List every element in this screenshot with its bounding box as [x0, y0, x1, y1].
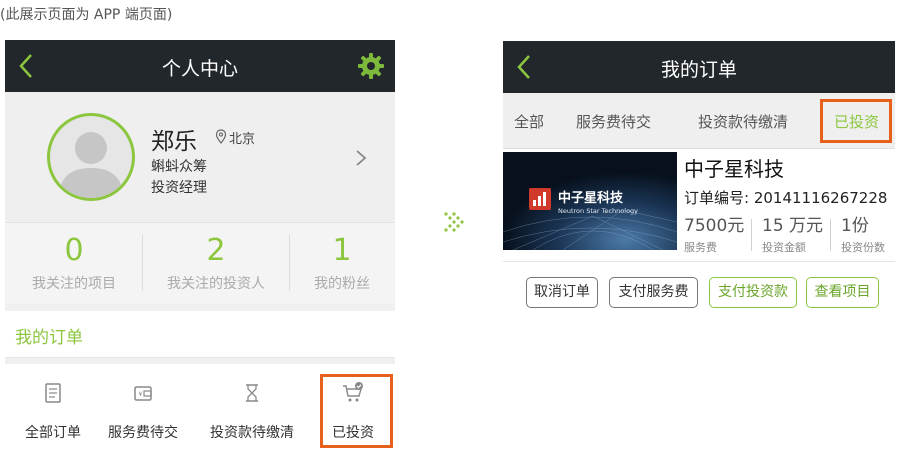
- stat-followed-investors[interactable]: 2 我关注的投资人: [143, 223, 289, 305]
- order-tab-service-fee[interactable]: ¥ 服务费待交: [95, 364, 191, 454]
- stat-label: 我的粉丝: [314, 276, 370, 292]
- order-tab-label: 投资款待缴清: [210, 425, 294, 441]
- top-bar: 我的订单: [503, 41, 895, 93]
- tab-pending-payment[interactable]: 投资款待缴清: [698, 111, 788, 132]
- order-number: 订单编号: 20141116267228: [684, 189, 888, 207]
- neutron-star-logo-image: 中子星科技 Neutron Star Technology: [503, 152, 677, 250]
- tab-all[interactable]: 全部: [514, 111, 544, 132]
- wallet-icon: ¥: [134, 386, 152, 401]
- order-filter-tabs: 全部 服务费待交 投资款待缴清 已投资: [503, 93, 895, 149]
- stat-followed-projects[interactable]: 0 我关注的项目: [5, 223, 143, 305]
- stat-count: 0: [64, 233, 84, 268]
- company-name: 中子星科技: [684, 157, 784, 181]
- svg-text:¥: ¥: [139, 391, 143, 398]
- stat-label: 我关注的项目: [32, 276, 116, 292]
- orders-screen: 我的订单 全部 服务费待交 投资款待缴清 已投资 中子星科技 Neutron S…: [503, 41, 895, 318]
- top-bar: 个人中心: [5, 40, 395, 92]
- double-chevron-right-icon: [444, 212, 464, 232]
- location-pin-icon: [215, 129, 227, 144]
- meta-investment-amount: 15 万元 投资金额: [762, 211, 824, 254]
- page-title: 我的订单: [660, 59, 737, 81]
- divider: [503, 261, 895, 262]
- page-title: 个人中心: [161, 58, 238, 80]
- chevron-right-icon: [356, 150, 367, 166]
- stat-count: 2: [206, 233, 226, 268]
- stat-label: 我关注的投资人: [167, 276, 265, 292]
- order-tab-all[interactable]: 全部订单: [5, 364, 101, 454]
- meta-service-fee: 7500元 服务费: [684, 211, 745, 254]
- stat-count: 1: [332, 233, 352, 268]
- project-banner[interactable]: 中子星科技 Neutron Star Technology: [503, 152, 677, 250]
- user-name: 郑乐: [151, 129, 197, 155]
- order-tab-pending-payment[interactable]: 投资款待缴清: [197, 364, 307, 454]
- banner-en-text: Neutron Star Technology: [558, 207, 638, 215]
- profile-screen: 个人中心 郑乐 北京 蝌蚪众筹 投资经理 0 我关注的项目 2 我关注的投资人 …: [5, 40, 395, 460]
- person-silhouette-icon: [58, 132, 124, 198]
- document-icon: [45, 383, 61, 403]
- gear-icon[interactable]: [357, 52, 385, 80]
- tab-service-fee[interactable]: 服务费待交: [576, 111, 651, 132]
- meta-label: 服务费: [684, 241, 717, 254]
- meta-shares: 1份 投资份数: [841, 211, 885, 254]
- meta-label: 投资金额: [762, 241, 806, 254]
- stats-bar: 0 我关注的项目 2 我关注的投资人 1 我的粉丝: [5, 222, 395, 304]
- orders-section-header[interactable]: 我的订单: [5, 311, 395, 358]
- banner-cn-text: 中子星科技: [558, 190, 624, 206]
- divider: [751, 219, 752, 251]
- page-note: (此展示页面为 APP 端页面): [0, 7, 173, 23]
- meta-label: 投资份数: [841, 241, 885, 254]
- pay-service-fee-button[interactable]: 支付服务费: [609, 277, 698, 308]
- profile-card[interactable]: 郑乐 北京 蝌蚪众筹 投资经理: [5, 92, 395, 222]
- user-location: 北京: [229, 132, 256, 147]
- orders-title: 我的订单: [15, 328, 83, 348]
- cancel-order-button[interactable]: 取消订单: [526, 277, 598, 308]
- user-org: 蝌蚪众筹: [151, 159, 207, 175]
- divider: [830, 219, 831, 251]
- stat-fans[interactable]: 1 我的粉丝: [289, 223, 395, 305]
- avatar[interactable]: [47, 113, 135, 201]
- meta-value: 1份: [841, 216, 869, 236]
- order-tab-label: 全部订单: [25, 425, 81, 441]
- highlight-box: [820, 99, 892, 143]
- user-role: 投资经理: [151, 180, 207, 196]
- highlight-box: [320, 374, 393, 448]
- meta-value: 7500元: [684, 216, 745, 236]
- order-tab-label: 服务费待交: [108, 425, 178, 441]
- order-card: 中子星科技 Neutron Star Technology 中子星科技 订单编号…: [503, 149, 895, 318]
- meta-value: 15 万元: [762, 216, 824, 236]
- pay-investment-button[interactable]: 支付投资款: [709, 277, 797, 308]
- order-tabs: 全部订单 ¥ 服务费待交 投资款待缴清 已投资: [5, 364, 395, 460]
- hourglass-icon: [246, 384, 258, 402]
- view-project-button[interactable]: 查看项目: [806, 277, 879, 308]
